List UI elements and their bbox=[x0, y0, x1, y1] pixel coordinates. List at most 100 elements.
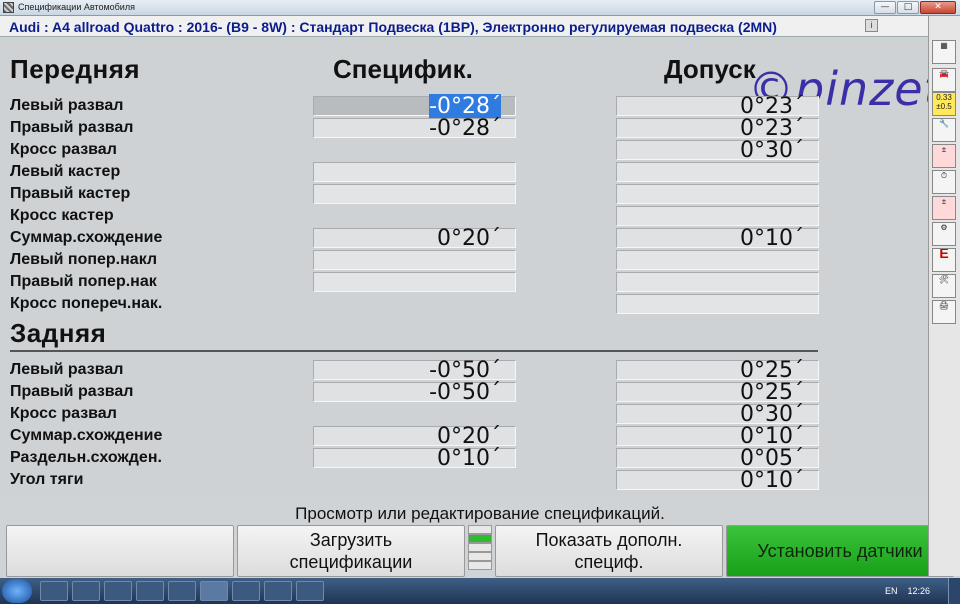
taskbar-app-icon[interactable] bbox=[136, 581, 164, 601]
front-spec-cell[interactable]: 0°20΄ bbox=[313, 228, 516, 250]
load-specs-label-2: спецификации bbox=[289, 552, 413, 572]
spec-panel: Передняя Специфик. Допуск ©pinzet Левый … bbox=[0, 38, 942, 498]
status-text: Просмотр или редактирование спецификаций… bbox=[295, 504, 665, 523]
show-desktop-button[interactable] bbox=[948, 578, 960, 604]
system-tray: EN 12:26 bbox=[820, 578, 960, 604]
rear-tol-cell[interactable]: 0°25΄ bbox=[616, 382, 819, 404]
front-tol-cell[interactable]: 0°23΄ bbox=[616, 118, 819, 140]
rear-row-label: Раздельн.схожден. bbox=[10, 449, 162, 466]
page-indicator bbox=[468, 525, 492, 577]
minimize-button[interactable]: — bbox=[874, 1, 896, 14]
rear-spec-cell[interactable]: -0°50΄ bbox=[313, 382, 516, 404]
front-spec-cell[interactable]: -0°28΄ bbox=[313, 118, 516, 140]
flag-e-icon[interactable]: E bbox=[932, 248, 956, 272]
front-tol-cell[interactable] bbox=[616, 272, 819, 292]
timer-icon[interactable]: ⏱ bbox=[932, 170, 956, 194]
blank-button[interactable] bbox=[6, 525, 234, 577]
rear-spec-cell[interactable]: 0°10΄ bbox=[313, 448, 516, 470]
front-spec-cell[interactable] bbox=[313, 250, 516, 270]
rear-tol-cell[interactable]: 0°10΄ bbox=[616, 470, 819, 492]
tolerance-column-title: Допуск bbox=[664, 54, 756, 84]
readings-icon[interactable]: ± bbox=[932, 144, 956, 168]
section-divider bbox=[10, 350, 818, 352]
front-tol-cell[interactable] bbox=[616, 250, 819, 270]
vehicle-description: Audi : A4 allroad Quattro : 2016- (B9 - … bbox=[9, 19, 777, 35]
measurement-tolerance: ±0.5 bbox=[936, 102, 952, 111]
show-more-label-1: Показать дополн. bbox=[535, 530, 683, 550]
rear-tol-cell[interactable]: 0°25΄ bbox=[616, 360, 819, 382]
taskbar-app-icon[interactable] bbox=[104, 581, 132, 601]
front-row-label: Правый кастер bbox=[10, 185, 131, 202]
rear-spec-cell[interactable]: -0°50΄ bbox=[313, 360, 516, 382]
front-row-label: Суммар.схождение bbox=[10, 229, 163, 246]
front-tol-cell[interactable]: 0°23΄ bbox=[616, 96, 819, 118]
settings-icon[interactable]: ⚙ bbox=[932, 222, 956, 246]
rear-tol-cell[interactable]: 0°30΄ bbox=[616, 404, 819, 426]
indicator-segment bbox=[468, 525, 492, 534]
rear-row-label: Кросс развал bbox=[10, 405, 117, 422]
car-spec-icon[interactable]: ▦ bbox=[932, 40, 956, 64]
window-title: Спецификации Автомобиля bbox=[18, 2, 135, 12]
rear-row-label: Правый развал bbox=[10, 383, 134, 400]
load-specs-label-1: Загрузить bbox=[309, 530, 393, 550]
front-spec-cell[interactable]: -0°28΄ bbox=[313, 94, 516, 119]
front-tol-cell[interactable] bbox=[616, 206, 819, 226]
front-tol-cell[interactable] bbox=[616, 162, 819, 182]
vehicle-icon[interactable]: 🚘 bbox=[932, 68, 956, 92]
taskbar-app-icon[interactable] bbox=[264, 581, 292, 601]
vehicle-header: Audi : A4 allroad Quattro : 2016- (B9 - … bbox=[0, 16, 928, 37]
rear-row-label: Левый развал bbox=[10, 361, 124, 378]
readings-alt-icon[interactable]: ± bbox=[932, 196, 956, 220]
start-button[interactable] bbox=[2, 579, 32, 603]
rear-row-label: Суммар.схождение bbox=[10, 427, 163, 444]
front-row-label: Кросс развал bbox=[10, 141, 117, 158]
wrench-icon[interactable]: 🔧 bbox=[932, 118, 956, 142]
rear-row-label: Угол тяги bbox=[10, 471, 84, 488]
show-more-label-2: специф. bbox=[574, 552, 644, 572]
taskbar: EN 12:26 bbox=[0, 578, 960, 604]
front-row-label: Левый развал bbox=[10, 97, 124, 114]
load-specs-button[interactable]: Загрузить спецификации bbox=[237, 525, 465, 577]
maximize-button[interactable]: □ bbox=[897, 1, 919, 14]
taskbar-app-icon[interactable] bbox=[168, 581, 196, 601]
rear-section-title: Задняя bbox=[10, 318, 107, 348]
clock[interactable]: 12:26 bbox=[907, 586, 930, 596]
front-spec-cell[interactable] bbox=[313, 184, 516, 204]
measurement-value: 0.33 bbox=[936, 93, 952, 102]
front-tol-cell[interactable]: 0°30΄ bbox=[616, 140, 819, 162]
front-section-title: Передняя bbox=[10, 54, 141, 84]
front-row-label: Кросс кастер bbox=[10, 207, 114, 224]
info-icon[interactable]: i bbox=[865, 19, 878, 32]
rear-tol-cell[interactable]: 0°10΄ bbox=[616, 426, 819, 448]
right-toolbar: ▦ 🚘 0.33 ±0.5 🔧 ± ⏱ ± ⚙ E 🛠 🖨 bbox=[928, 16, 960, 576]
front-tol-cell[interactable] bbox=[616, 294, 819, 314]
language-indicator[interactable]: EN bbox=[885, 586, 898, 596]
taskbar-active-app-icon[interactable] bbox=[200, 581, 228, 601]
rear-tol-cell[interactable]: 0°05΄ bbox=[616, 448, 819, 470]
front-spec-cell[interactable] bbox=[313, 162, 516, 182]
taskbar-app-icon[interactable] bbox=[296, 581, 324, 601]
front-row-label: Правый попер.нак bbox=[10, 273, 157, 290]
indicator-segment bbox=[468, 561, 492, 570]
show-more-specs-button[interactable]: Показать дополн. специф. bbox=[495, 525, 723, 577]
app-icon bbox=[3, 2, 14, 13]
front-spec-cell[interactable] bbox=[313, 272, 516, 292]
front-tol-cell[interactable] bbox=[616, 184, 819, 204]
tools-icon[interactable]: 🛠 bbox=[932, 274, 956, 298]
taskbar-chrome-icon[interactable] bbox=[72, 581, 100, 601]
front-row-label: Левый попер.накл bbox=[10, 251, 158, 268]
front-row-label: Правый развал bbox=[10, 119, 134, 136]
front-tol-cell[interactable]: 0°10΄ bbox=[616, 228, 819, 250]
close-button[interactable]: ✕ bbox=[920, 1, 956, 14]
install-sensors-button[interactable]: Установить датчики bbox=[726, 525, 954, 577]
spec-column-title: Специфик. bbox=[333, 54, 473, 84]
window-titlebar: Спецификации Автомобиля — □ ✕ bbox=[0, 0, 960, 16]
taskbar-app-icon[interactable] bbox=[232, 581, 260, 601]
measurement-icon[interactable]: 0.33 ±0.5 bbox=[932, 92, 956, 116]
taskbar-firefox-icon[interactable] bbox=[40, 581, 68, 601]
rear-spec-cell[interactable]: 0°20΄ bbox=[313, 426, 516, 448]
print-icon[interactable]: 🖨 bbox=[932, 300, 956, 324]
indicator-segment bbox=[468, 543, 492, 552]
indicator-segment bbox=[468, 552, 492, 561]
front-row-label: Кросс попереч.нак. bbox=[10, 295, 163, 312]
